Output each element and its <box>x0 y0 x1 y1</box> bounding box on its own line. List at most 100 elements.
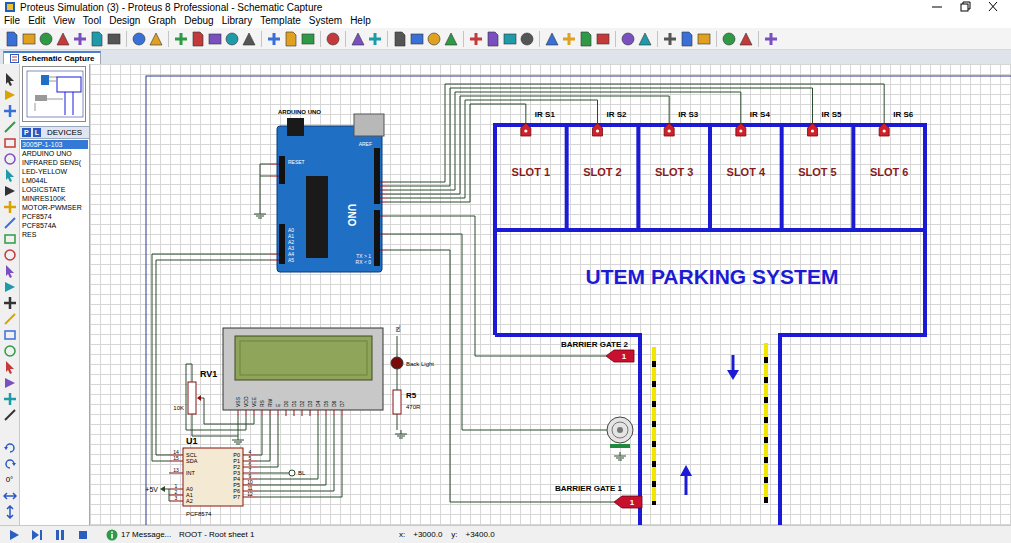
toolbar-button-icon[interactable] <box>679 31 695 47</box>
toolbar-button-icon[interactable] <box>55 31 71 47</box>
toolbar-button-icon[interactable] <box>4 31 20 47</box>
toolbar-button-icon[interactable] <box>266 31 282 47</box>
potentiometer[interactable]: RV110K <box>173 369 217 414</box>
menu-item[interactable]: Tool <box>79 14 105 28</box>
toolbar-button-icon[interactable] <box>106 31 122 47</box>
toolbar-button-icon[interactable] <box>738 31 754 47</box>
ir-sensor-icon[interactable] <box>736 123 746 136</box>
toolbar-button-icon[interactable] <box>38 31 54 47</box>
mode-tool-icon[interactable] <box>3 216 17 230</box>
mode-tool-icon[interactable] <box>3 248 17 262</box>
mode-tool-icon[interactable] <box>3 136 17 150</box>
mode-tool-icon[interactable] <box>3 296 17 310</box>
lcd-display[interactable]: VSSVDDVEERSRWED0D1D2D3D4D5D6D7 <box>223 328 383 416</box>
restore-icon[interactable] <box>951 0 979 14</box>
mode-tool-icon[interactable] <box>3 392 17 406</box>
mode-tool-icon[interactable] <box>3 72 17 86</box>
device-item[interactable]: MOTOR-PWMSER <box>21 203 88 212</box>
toolbar-button-icon[interactable] <box>578 31 594 47</box>
barrier-gate[interactable]: BARRIER GATE 11 <box>555 484 642 508</box>
io-expander[interactable]: U114SCL15SDA13INT1A02A13A24P05P16P27P39P… <box>169 436 257 517</box>
schematic[interactable]: UTEM PARKING SYSTEMIR S1SLOT 1IR S2SLOT … <box>90 64 1011 525</box>
play-icon[interactable] <box>8 529 20 541</box>
toolbar-button-icon[interactable] <box>662 31 678 47</box>
toolbar-button-icon[interactable] <box>89 31 105 47</box>
overview-preview[interactable] <box>22 66 86 122</box>
menu-item[interactable]: Debug <box>180 14 217 28</box>
toolbar-button-icon[interactable] <box>426 31 442 47</box>
mode-tool-icon[interactable] <box>3 344 17 358</box>
device-item[interactable]: PCF8574A <box>21 221 88 230</box>
menu-item[interactable]: File <box>0 14 24 28</box>
device-item[interactable]: LED-YELLOW <box>21 167 88 176</box>
minimize-icon[interactable] <box>923 0 951 14</box>
stop-icon[interactable] <box>77 529 89 541</box>
toolbar-button-icon[interactable] <box>502 31 518 47</box>
toolbar-button-icon[interactable] <box>350 31 366 47</box>
logic-state-icon[interactable] <box>614 496 642 508</box>
resistor-icon[interactable] <box>393 390 401 414</box>
ir-sensor-icon[interactable] <box>664 123 674 136</box>
mode-tool-icon[interactable] <box>3 280 17 294</box>
mode-tool-icon[interactable] <box>3 312 17 326</box>
mode-tool-icon[interactable] <box>3 232 17 246</box>
mode-tool-icon[interactable] <box>3 376 17 390</box>
menu-item[interactable]: Library <box>218 14 257 28</box>
toolbar-button-icon[interactable] <box>241 31 257 47</box>
mode-tool-icon[interactable] <box>3 184 17 198</box>
toolbar-button-icon[interactable] <box>207 31 223 47</box>
toolbar-button-icon[interactable] <box>72 31 88 47</box>
ir-sensor-icon[interactable] <box>808 123 818 136</box>
toolbar-button-icon[interactable] <box>519 31 535 47</box>
toolbar-button-icon[interactable] <box>300 31 316 47</box>
menu-item[interactable]: Graph <box>144 14 180 28</box>
toolbar-button-icon[interactable] <box>173 31 189 47</box>
toolbar-button-icon[interactable] <box>283 31 299 47</box>
mirror-horizontal-icon[interactable] <box>3 489 17 503</box>
toolbar-button-icon[interactable] <box>325 31 341 47</box>
message-count[interactable]: 17 Message... <box>121 530 179 539</box>
toolbar-button-icon[interactable] <box>131 31 147 47</box>
device-item[interactable]: MINRES100K <box>21 194 88 203</box>
rotate-anticlockwise-icon[interactable] <box>3 457 17 471</box>
toolbar-button-icon[interactable] <box>443 31 459 47</box>
toolbar-button-icon[interactable] <box>595 31 611 47</box>
toolbar-button-icon[interactable] <box>620 31 636 47</box>
device-item[interactable]: RES <box>21 230 88 239</box>
menu-item[interactable]: Edit <box>24 14 49 28</box>
device-item[interactable]: INFRARED SENS( <box>21 158 88 167</box>
rotate-clockwise-icon[interactable] <box>3 441 17 455</box>
arduino-board[interactable]: ARDUINO UNOAREFRESETA0A1A2A3A4A5TX > 1RX… <box>270 109 388 272</box>
step-icon[interactable] <box>31 529 43 541</box>
toolbar-button-icon[interactable] <box>544 31 560 47</box>
device-item[interactable]: 3005P-1-103 <box>21 140 88 149</box>
device-item[interactable]: ARDUINO UNO <box>21 149 88 158</box>
mode-button[interactable]: P <box>22 128 31 137</box>
toolbar-button-icon[interactable] <box>485 31 501 47</box>
mode-tool-icon[interactable] <box>3 200 17 214</box>
schematic-canvas[interactable]: UTEM PARKING SYSTEMIR S1SLOT 1IR S2SLOT … <box>90 64 1011 525</box>
toolbar-button-icon[interactable] <box>148 31 164 47</box>
mode-tool-icon[interactable] <box>3 408 17 422</box>
mode-tool-icon[interactable] <box>3 264 17 278</box>
ir-sensor-icon[interactable] <box>521 123 531 136</box>
menu-item[interactable]: Help <box>346 14 375 28</box>
toolbar-button-icon[interactable] <box>561 31 577 47</box>
mode-tool-icon[interactable] <box>3 168 17 182</box>
servo-motor-icon[interactable] <box>607 417 633 448</box>
menu-item[interactable]: Template <box>256 14 305 28</box>
mode-tool-icon[interactable] <box>3 120 17 134</box>
mode-button[interactable]: L <box>33 128 41 137</box>
menu-item[interactable]: Design <box>105 14 144 28</box>
led-icon[interactable] <box>391 357 403 369</box>
logic-state-icon[interactable] <box>606 350 634 362</box>
device-item[interactable]: LOGICSTATE <box>21 185 88 194</box>
toolbar-button-icon[interactable] <box>190 31 206 47</box>
mirror-vertical-icon[interactable] <box>3 505 17 519</box>
pause-icon[interactable] <box>54 529 66 541</box>
ir-sensor-icon[interactable] <box>593 123 603 136</box>
ir-sensor-icon[interactable] <box>879 123 889 136</box>
menu-item[interactable]: View <box>49 14 79 28</box>
tab[interactable]: Schematic Capture <box>3 51 101 64</box>
mode-tool-icon[interactable] <box>3 360 17 374</box>
